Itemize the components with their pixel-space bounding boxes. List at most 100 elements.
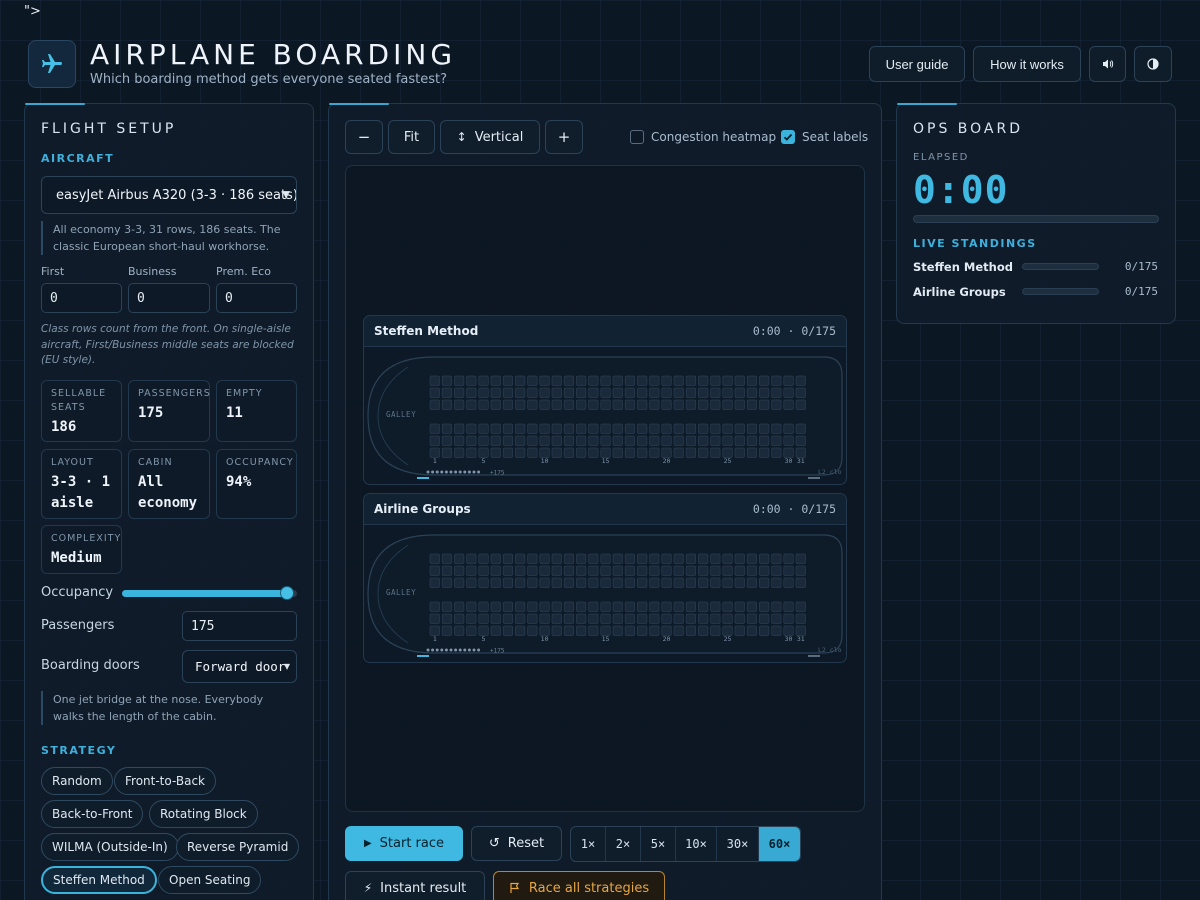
- seat: [649, 375, 660, 386]
- seat: [539, 565, 550, 576]
- zoom-out-button[interactable]: −: [345, 120, 383, 154]
- seat: [490, 565, 501, 576]
- cabin-diagram: GALLEY1 5 10 15 20 25 30 31+175 L2 clo: [367, 356, 843, 479]
- speed-1x[interactable]: 1×: [571, 827, 606, 861]
- strategy-random[interactable]: Random: [41, 767, 113, 795]
- seat: [515, 447, 526, 458]
- seat: [454, 447, 465, 458]
- strategy-back-to-front[interactable]: Back-to-Front: [41, 800, 144, 828]
- seat: [624, 553, 636, 564]
- plane-card-airline-groups: Airline Groups 0:00 · 0/175 GALLEY 1 5 10 15…: [363, 493, 847, 663]
- seat-labels-checkbox[interactable]: [781, 130, 795, 144]
- speed-2x[interactable]: 2×: [606, 827, 641, 861]
- queued-passenger: [458, 648, 462, 652]
- seat: [429, 601, 440, 612]
- seat: [515, 613, 526, 624]
- speaker-icon: [1102, 59, 1113, 69]
- seat: [783, 399, 794, 410]
- seat: [612, 387, 623, 398]
- user-guide-button[interactable]: User guide: [869, 46, 965, 82]
- strategy-rotating-block[interactable]: Rotating Block: [149, 800, 258, 828]
- seat: [673, 387, 684, 398]
- occupancy-slider-thumb[interactable]: [279, 586, 294, 600]
- seat: [515, 553, 526, 564]
- prem-eco-rows-input[interactable]: 0: [216, 283, 297, 313]
- speed-10x[interactable]: 10×: [676, 827, 717, 861]
- seat: [588, 375, 599, 386]
- seat: [539, 423, 550, 434]
- stat-occupancy: OCCUPANCY 94%: [216, 449, 297, 519]
- standing-name: Airline Groups: [913, 285, 1006, 299]
- seat: [698, 577, 709, 588]
- heatmap-toggle[interactable]: Congestion heatmap: [630, 130, 776, 144]
- business-class-rows-input[interactable]: 0: [128, 283, 210, 313]
- heatmap-checkbox[interactable]: [630, 130, 644, 144]
- seat: [576, 435, 587, 446]
- seat: [466, 435, 477, 446]
- seat: [600, 435, 611, 446]
- queued-passenger: [454, 648, 458, 652]
- elapsed-value: 0:00: [913, 168, 1009, 212]
- sound-toggle-button[interactable]: [1089, 46, 1126, 82]
- occupancy-slider[interactable]: [122, 586, 297, 600]
- how-it-works-button[interactable]: How it works: [973, 46, 1081, 82]
- seat: [441, 577, 453, 588]
- seat: [490, 387, 501, 398]
- seat: [661, 387, 672, 398]
- seat: [539, 387, 550, 398]
- seat-labels-toggle[interactable]: Seat labels: [781, 130, 868, 144]
- fit-button[interactable]: Fit: [388, 120, 435, 154]
- seat: [734, 601, 745, 612]
- queued-passenger: [431, 648, 435, 652]
- zoom-in-button[interactable]: +: [545, 120, 583, 154]
- seat: [441, 625, 453, 636]
- seat: [734, 375, 745, 386]
- seat: [478, 387, 489, 398]
- speed-5x[interactable]: 5×: [641, 827, 676, 861]
- seat: [454, 613, 465, 624]
- speed-60x[interactable]: 60×: [759, 827, 800, 861]
- seat: [637, 387, 648, 398]
- seat: [539, 435, 550, 446]
- instant-result-button[interactable]: ⚡ Instant result: [345, 871, 485, 900]
- seat: [673, 399, 684, 410]
- seat: [441, 387, 453, 398]
- seat: [515, 565, 526, 576]
- aircraft-select[interactable]: easyJet Airbus A320 (3-3 · 186 seats) ▼: [41, 176, 297, 214]
- orientation-label: Vertical: [474, 129, 524, 145]
- row-tick-label: 15: [602, 457, 610, 465]
- race-all-button[interactable]: Race all strategies: [493, 871, 665, 900]
- seat: [771, 423, 782, 434]
- theme-toggle-button[interactable]: [1134, 46, 1172, 82]
- seat: [527, 565, 538, 576]
- strategy-steffen-method[interactable]: Steffen Method: [41, 866, 157, 894]
- strategy-front-to-back[interactable]: Front-to-Back: [114, 767, 216, 795]
- seat: [661, 577, 672, 588]
- class-rows-note: Class rows count from the front. On sing…: [41, 323, 294, 366]
- seat: [490, 553, 501, 564]
- seat: [649, 423, 660, 434]
- speed-30x[interactable]: 30×: [717, 827, 759, 861]
- strategy-wilma[interactable]: WILMA (Outside-In): [41, 833, 179, 861]
- seat: [478, 613, 489, 624]
- seat: [746, 423, 758, 434]
- start-race-button[interactable]: ▶ Start race: [345, 826, 463, 861]
- live-standings-label: LIVE STANDINGS: [913, 237, 1037, 250]
- seat: [454, 387, 465, 398]
- seat: [710, 577, 721, 588]
- strategy-reverse-pyramid[interactable]: Reverse Pyramid: [176, 833, 300, 861]
- seat: [698, 565, 709, 576]
- seat: [734, 577, 745, 588]
- rear-door-marker: [808, 477, 820, 479]
- seat: [759, 565, 770, 576]
- strategy-open-seating[interactable]: Open Seating: [158, 866, 262, 894]
- orientation-button[interactable]: ↕ Vertical: [440, 120, 540, 154]
- seat: [734, 387, 745, 398]
- boarding-doors-select[interactable]: Forward door ▼: [182, 650, 297, 683]
- reset-button[interactable]: ↺ Reset: [471, 826, 562, 861]
- passengers-input[interactable]: 175: [182, 611, 297, 641]
- seat: [795, 553, 806, 564]
- seat: [698, 601, 709, 612]
- seat: [441, 613, 453, 624]
- first-class-rows-input[interactable]: 0: [41, 283, 122, 313]
